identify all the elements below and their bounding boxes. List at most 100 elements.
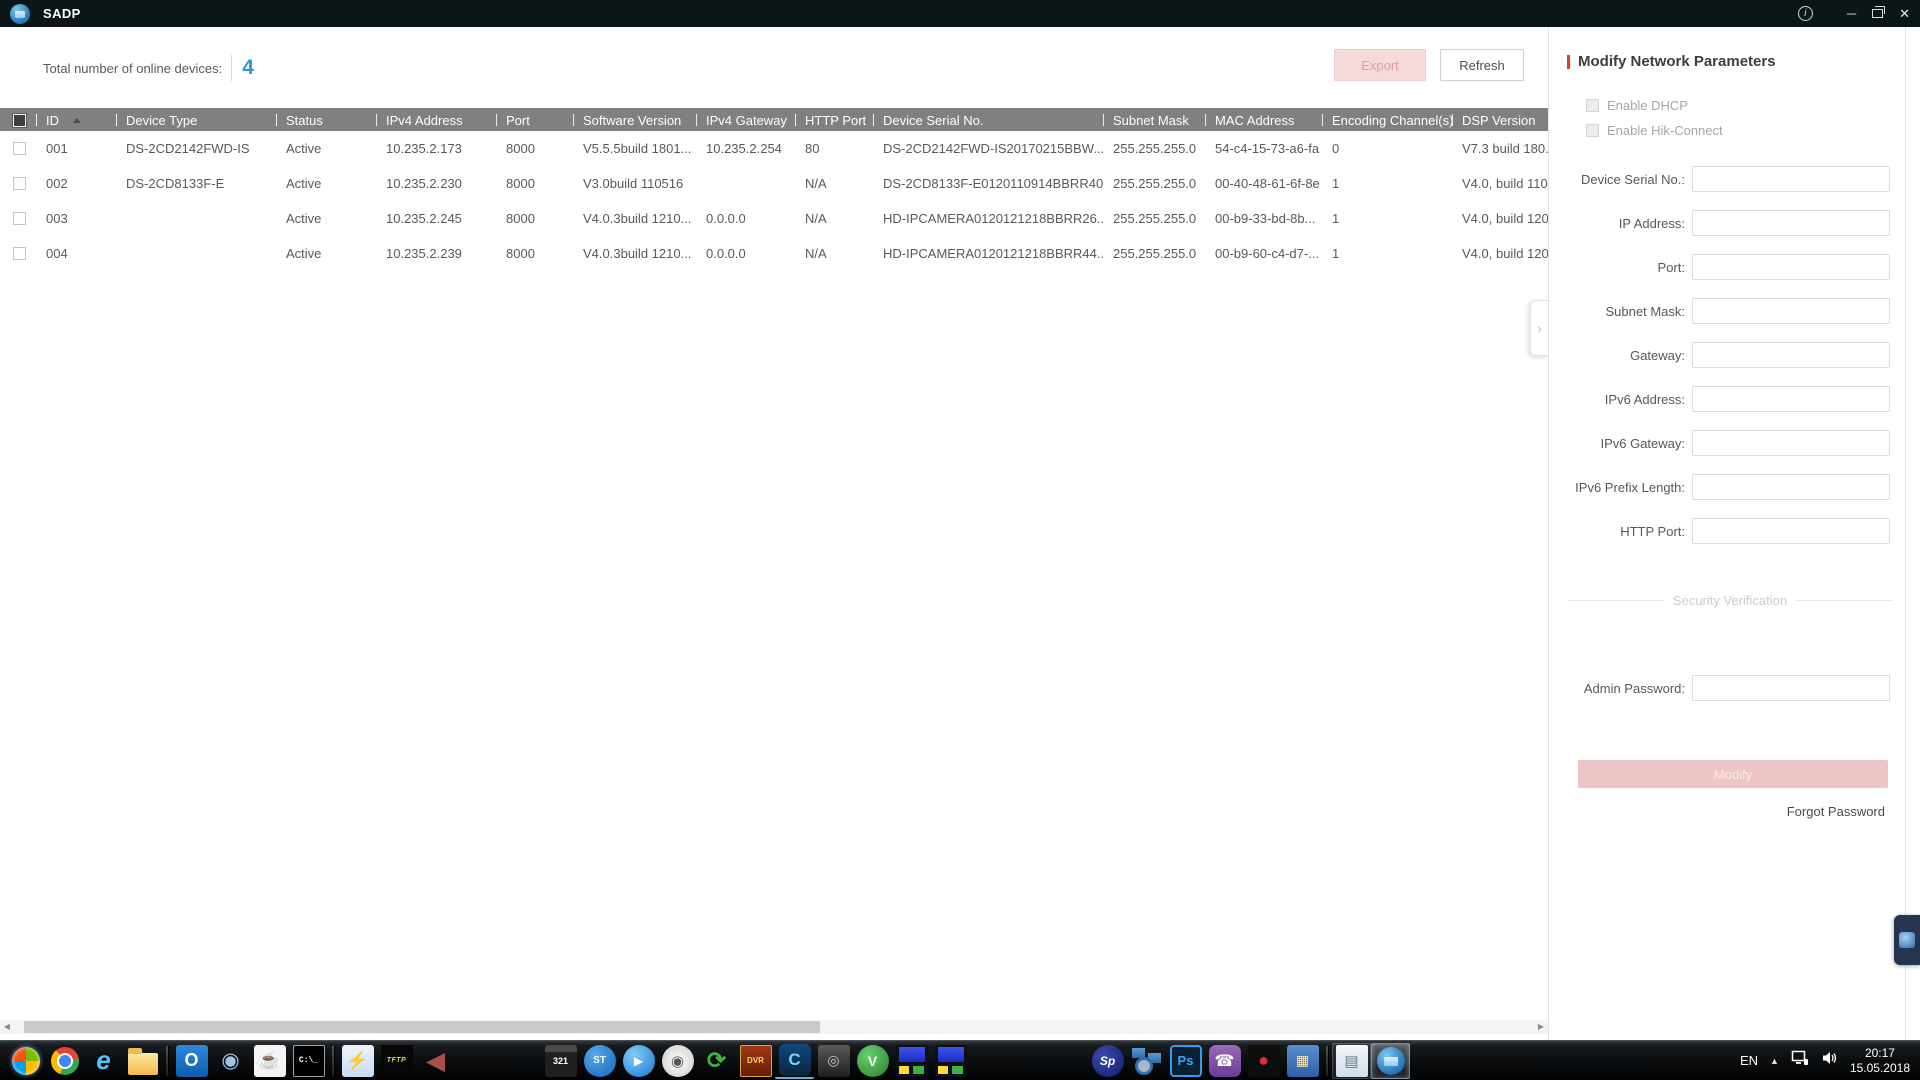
gateway-label: Gateway:	[1567, 348, 1685, 363]
chrome-icon	[51, 1047, 79, 1075]
column-header-http-port[interactable]: HTTP Port	[795, 108, 873, 132]
select-all-checkbox[interactable]	[13, 114, 26, 127]
scrollbar-thumb[interactable]	[24, 1021, 820, 1033]
column-header-dsp[interactable]: DSP Version	[1452, 108, 1548, 132]
speaker-tray-icon[interactable]	[1821, 1050, 1838, 1071]
table-row[interactable]: 003 Active 10.235.2.245 8000 V4.0.3build…	[0, 201, 1548, 236]
column-header-ipv4-gateway[interactable]: IPv4 Gateway	[696, 108, 795, 132]
horizontal-scrollbar[interactable]: ◀ ▶	[0, 1020, 1548, 1034]
column-header-encoding-channels[interactable]: Encoding Channel(s)	[1322, 108, 1452, 132]
port-label: Port:	[1567, 260, 1685, 275]
minimize-button[interactable]: ─	[1847, 0, 1856, 27]
close-button[interactable]: ✕	[1899, 6, 1910, 22]
column-header-software-version[interactable]: Software Version	[573, 108, 696, 132]
taskbar-file-explorer[interactable]	[123, 1043, 162, 1079]
taskbar-media-player-classic[interactable]: 321	[541, 1043, 580, 1079]
column-header-subnet[interactable]: Subnet Mask	[1103, 108, 1205, 132]
ip-address-label: IP Address:	[1567, 216, 1685, 231]
restore-button[interactable]	[1872, 9, 1883, 18]
taskbar-terminal-config-1[interactable]	[892, 1043, 931, 1079]
column-header-device-type[interactable]: Device Type	[116, 108, 276, 132]
taskbar-spybot[interactable]: Sp	[1088, 1043, 1127, 1079]
taskbar-internet-explorer[interactable]: e	[84, 1043, 123, 1079]
taskbar-notepad[interactable]: ▤	[1332, 1043, 1371, 1079]
taskbar-st750-tool[interactable]: ST	[580, 1043, 619, 1079]
taskbar-sadp-active[interactable]	[1371, 1043, 1410, 1079]
row-checkbox[interactable]	[13, 177, 26, 190]
ipv6-address-input[interactable]	[1692, 386, 1890, 412]
http-port-input[interactable]	[1692, 518, 1890, 544]
ipv6-gateway-input[interactable]	[1692, 430, 1890, 456]
taskbar-start-button[interactable]	[6, 1043, 45, 1079]
port-input[interactable]	[1692, 254, 1890, 280]
taskbar-media-player-blue[interactable]: ▶	[619, 1043, 658, 1079]
show-hidden-icons-chevron[interactable]: ▲	[1770, 1056, 1779, 1066]
forgot-password-link[interactable]: Forgot Password	[1787, 804, 1885, 819]
network-tray-icon[interactable]	[1791, 1050, 1809, 1071]
taskbar-java[interactable]: ☕	[250, 1043, 289, 1079]
column-header-port[interactable]: Port	[496, 108, 573, 132]
admin-password-input[interactable]	[1692, 675, 1890, 701]
taskbar-chrome[interactable]	[45, 1043, 84, 1079]
table-row[interactable]: 004 Active 10.235.2.239 8000 V4.0.3build…	[0, 236, 1548, 271]
row-checkbox[interactable]	[13, 212, 26, 225]
panel-collapse-tab[interactable]: ›	[1530, 300, 1548, 356]
ipv6-prefix-length-input[interactable]	[1692, 474, 1890, 500]
taskbar-webcam-app[interactable]: ◉	[658, 1043, 697, 1079]
taskbar-dvr-tool[interactable]: DVR	[736, 1043, 775, 1079]
title-bar: SADP i ─ ✕	[0, 0, 1920, 27]
row-checkbox[interactable]	[13, 247, 26, 260]
info-icon[interactable]: i	[1798, 6, 1813, 21]
export-button[interactable]: Export	[1334, 49, 1426, 81]
gateway-input[interactable]	[1692, 342, 1890, 368]
taskbar-control-panel-app[interactable]: ▦	[1283, 1043, 1322, 1079]
taskbar-green-sync-tool[interactable]: ⟳	[697, 1043, 736, 1079]
column-header-id[interactable]: ID	[36, 108, 116, 132]
taskbar-viber[interactable]: ☎	[1205, 1043, 1244, 1079]
scroll-right-arrow-icon[interactable]: ▶	[1534, 1020, 1548, 1034]
ip-address-input[interactable]	[1692, 210, 1890, 236]
taskbar-photoshop[interactable]: Ps	[1166, 1043, 1205, 1079]
table-row[interactable]: 001 DS-2CD2142FWD-IS Active 10.235.2.173…	[0, 131, 1548, 166]
taskbar-tftp-server[interactable]: TFTP	[377, 1043, 416, 1079]
column-header-serial[interactable]: Device Serial No.	[873, 108, 1103, 132]
security-verification-divider: Security Verification	[1567, 593, 1893, 608]
column-header-ipv4[interactable]: IPv4 Address	[376, 108, 496, 132]
taskbar-ip-camera-tool[interactable]: ◎	[814, 1043, 853, 1079]
tray-time: 20:17	[1865, 1046, 1895, 1060]
row-checkbox[interactable]	[13, 142, 26, 155]
modify-button[interactable]: Modify	[1578, 760, 1888, 788]
taskbar-command-prompt[interactable]: C:\_	[289, 1043, 328, 1079]
tftp-icon: TFTP	[381, 1045, 413, 1077]
column-header-mac[interactable]: MAC Address	[1205, 108, 1322, 132]
taskbar-red-ball-app[interactable]: ●	[1244, 1043, 1283, 1079]
megaphone-icon: ◀	[420, 1045, 452, 1077]
taskbar-network-scanner[interactable]	[1127, 1043, 1166, 1079]
taskbar-viber-v[interactable]: V	[853, 1043, 892, 1079]
photoshop-icon: Ps	[1170, 1045, 1202, 1077]
taskbar-terminal-config-2[interactable]	[931, 1043, 970, 1079]
taskbar-megaphone-app[interactable]: ◀	[416, 1043, 455, 1079]
taskbar-eye-viewer[interactable]: ◉	[211, 1043, 250, 1079]
scroll-left-arrow-icon[interactable]: ◀	[0, 1020, 14, 1034]
refresh-button[interactable]: Refresh	[1440, 49, 1524, 81]
sort-asc-icon	[73, 118, 81, 123]
enable-dhcp-checkbox[interactable]	[1586, 99, 1599, 112]
taskbar-c-viewer[interactable]: C	[775, 1043, 814, 1079]
language-indicator[interactable]: EN	[1740, 1053, 1758, 1068]
device-serial-input[interactable]	[1692, 166, 1890, 192]
column-header-status[interactable]: Status	[276, 108, 376, 132]
taskbar-remote-link-tool[interactable]: ⚡	[338, 1043, 377, 1079]
media-player-classic-icon: 321	[545, 1045, 577, 1077]
taskbar-outlook[interactable]: O	[172, 1043, 211, 1079]
enable-hik-connect-checkbox[interactable]	[1586, 124, 1599, 137]
tray-date: 15.05.2018	[1850, 1061, 1910, 1075]
remote-link-icon: ⚡	[342, 1045, 374, 1077]
docked-widget-icon[interactable]	[1894, 915, 1920, 965]
sadp-logo-icon	[10, 4, 30, 24]
subnet-mask-input[interactable]	[1692, 298, 1890, 324]
table-row[interactable]: 002 DS-2CD8133F-E Active 10.235.2.230 80…	[0, 166, 1548, 201]
dvr-icon: DVR	[740, 1045, 772, 1077]
taskbar-clock[interactable]: 20:17 15.05.2018	[1850, 1046, 1910, 1076]
file-explorer-icon	[128, 1053, 158, 1075]
